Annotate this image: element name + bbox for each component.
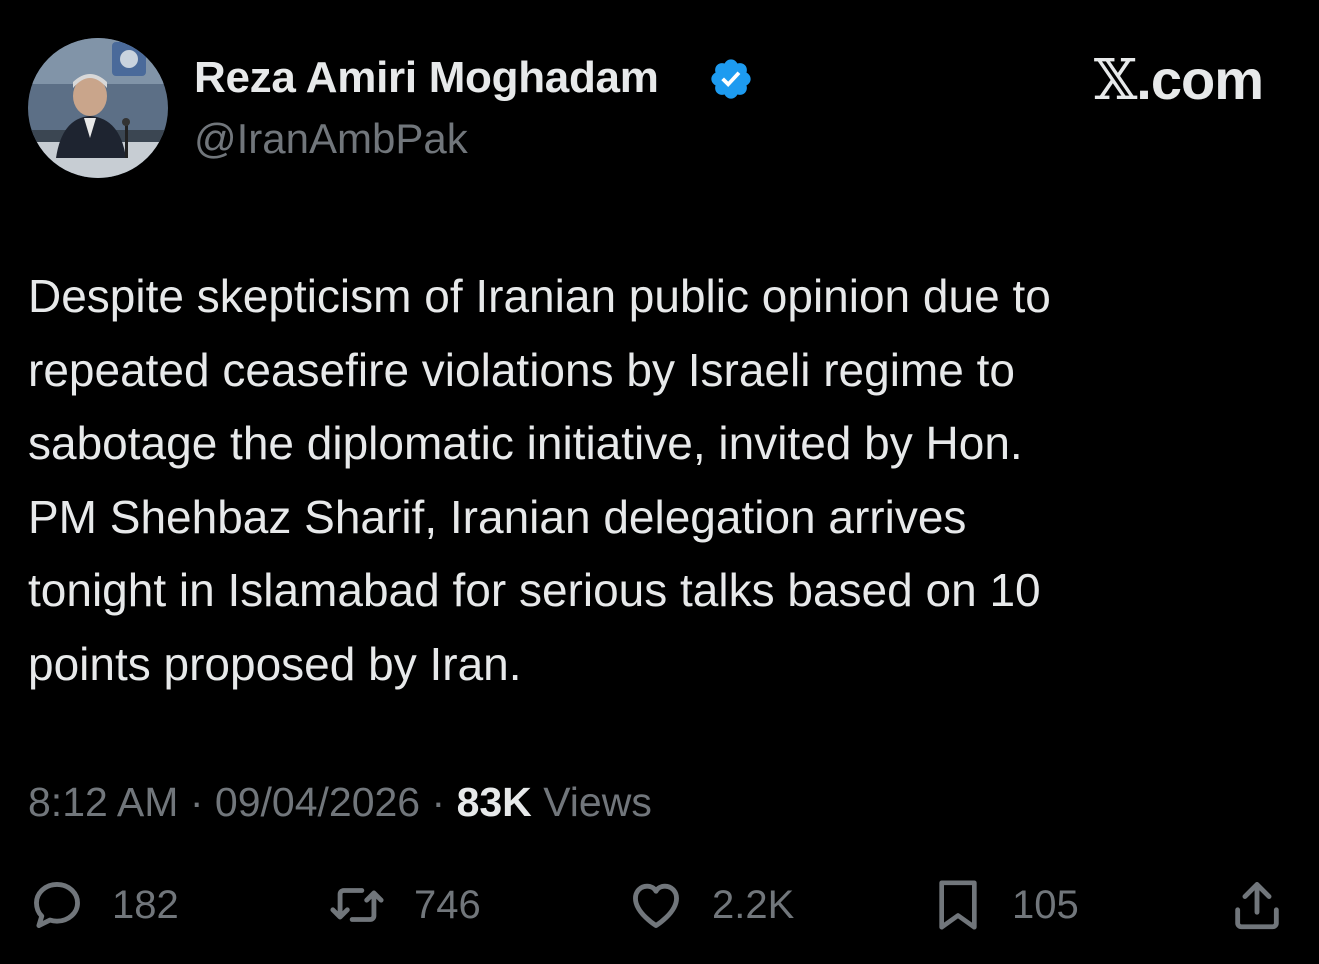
display-name[interactable]: Reza Amiri Moghadam [194, 52, 659, 104]
like-count: 2.2K [712, 882, 795, 927]
tweet-line: points proposed by Iran. [28, 637, 522, 690]
views-label: Views [543, 779, 652, 825]
bookmark-button[interactable]: 105 [930, 872, 1079, 938]
like-button[interactable]: 2.2K [626, 872, 794, 938]
handle[interactable]: @IranAmbPak [194, 114, 468, 164]
tweet-line: PM Shehbaz Sharif, Iranian delegation ar… [28, 490, 967, 543]
retweet-count: 746 [414, 882, 481, 927]
brand-domain: com [1150, 48, 1264, 111]
x-logo-icon: 𝕏 [1093, 48, 1137, 113]
profile-photo [28, 38, 168, 178]
tweet-text: Despite skepticism of Iranian public opi… [28, 260, 1288, 701]
share-icon [1235, 882, 1279, 930]
share-button[interactable] [1228, 872, 1286, 938]
reply-button[interactable]: 182 [28, 872, 179, 938]
tweet-line: tonight in Islamabad for serious talks b… [28, 564, 1041, 616]
meta-separator: · [189, 779, 204, 825]
tweet-line: sabotage the diplomatic initiative, invi… [28, 417, 1023, 469]
avatar[interactable] [28, 38, 168, 178]
reply-count: 182 [112, 882, 179, 927]
reply-icon [34, 882, 80, 928]
heart-icon [633, 883, 679, 928]
bookmark-count: 105 [1012, 882, 1079, 927]
bookmark-icon [939, 880, 977, 930]
retweet-icon [330, 888, 384, 922]
x-brand-logo[interactable]: 𝕏.com [1093, 48, 1264, 113]
meta-separator: · [431, 779, 446, 825]
tweet-line: repeated ceasefire violations by Israeli… [28, 343, 1015, 396]
tweet-time[interactable]: 8:12 AM [28, 779, 178, 825]
tweet-date[interactable]: 09/04/2026 [215, 779, 420, 825]
retweet-button[interactable]: 746 [326, 872, 481, 938]
tweet-meta: 8:12 AM · 09/04/2026 · 83K Views [28, 774, 652, 830]
views-count: 83K [456, 779, 532, 825]
tweet-line: Despite skepticism of Iranian public opi… [28, 270, 1051, 322]
verified-badge-icon [711, 59, 751, 99]
